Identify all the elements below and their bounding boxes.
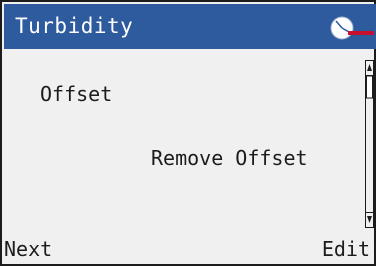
device-screen: Turbidity Offset Remove Offset Next Edit (0, 0, 376, 266)
edit-softkey[interactable]: Edit (322, 237, 370, 261)
parameter-label: Offset (40, 82, 113, 106)
scrollbar[interactable] (365, 60, 374, 228)
clock-status-icon (329, 15, 376, 41)
softkey-bar: Next Edit (4, 233, 376, 266)
parameter-value[interactable]: Remove Offset (151, 146, 308, 170)
title-bar: Turbidity (4, 4, 376, 49)
next-softkey[interactable]: Next (4, 237, 52, 261)
parameter-panel: Offset Remove Offset (4, 49, 376, 233)
page-title: Turbidity (15, 14, 134, 38)
